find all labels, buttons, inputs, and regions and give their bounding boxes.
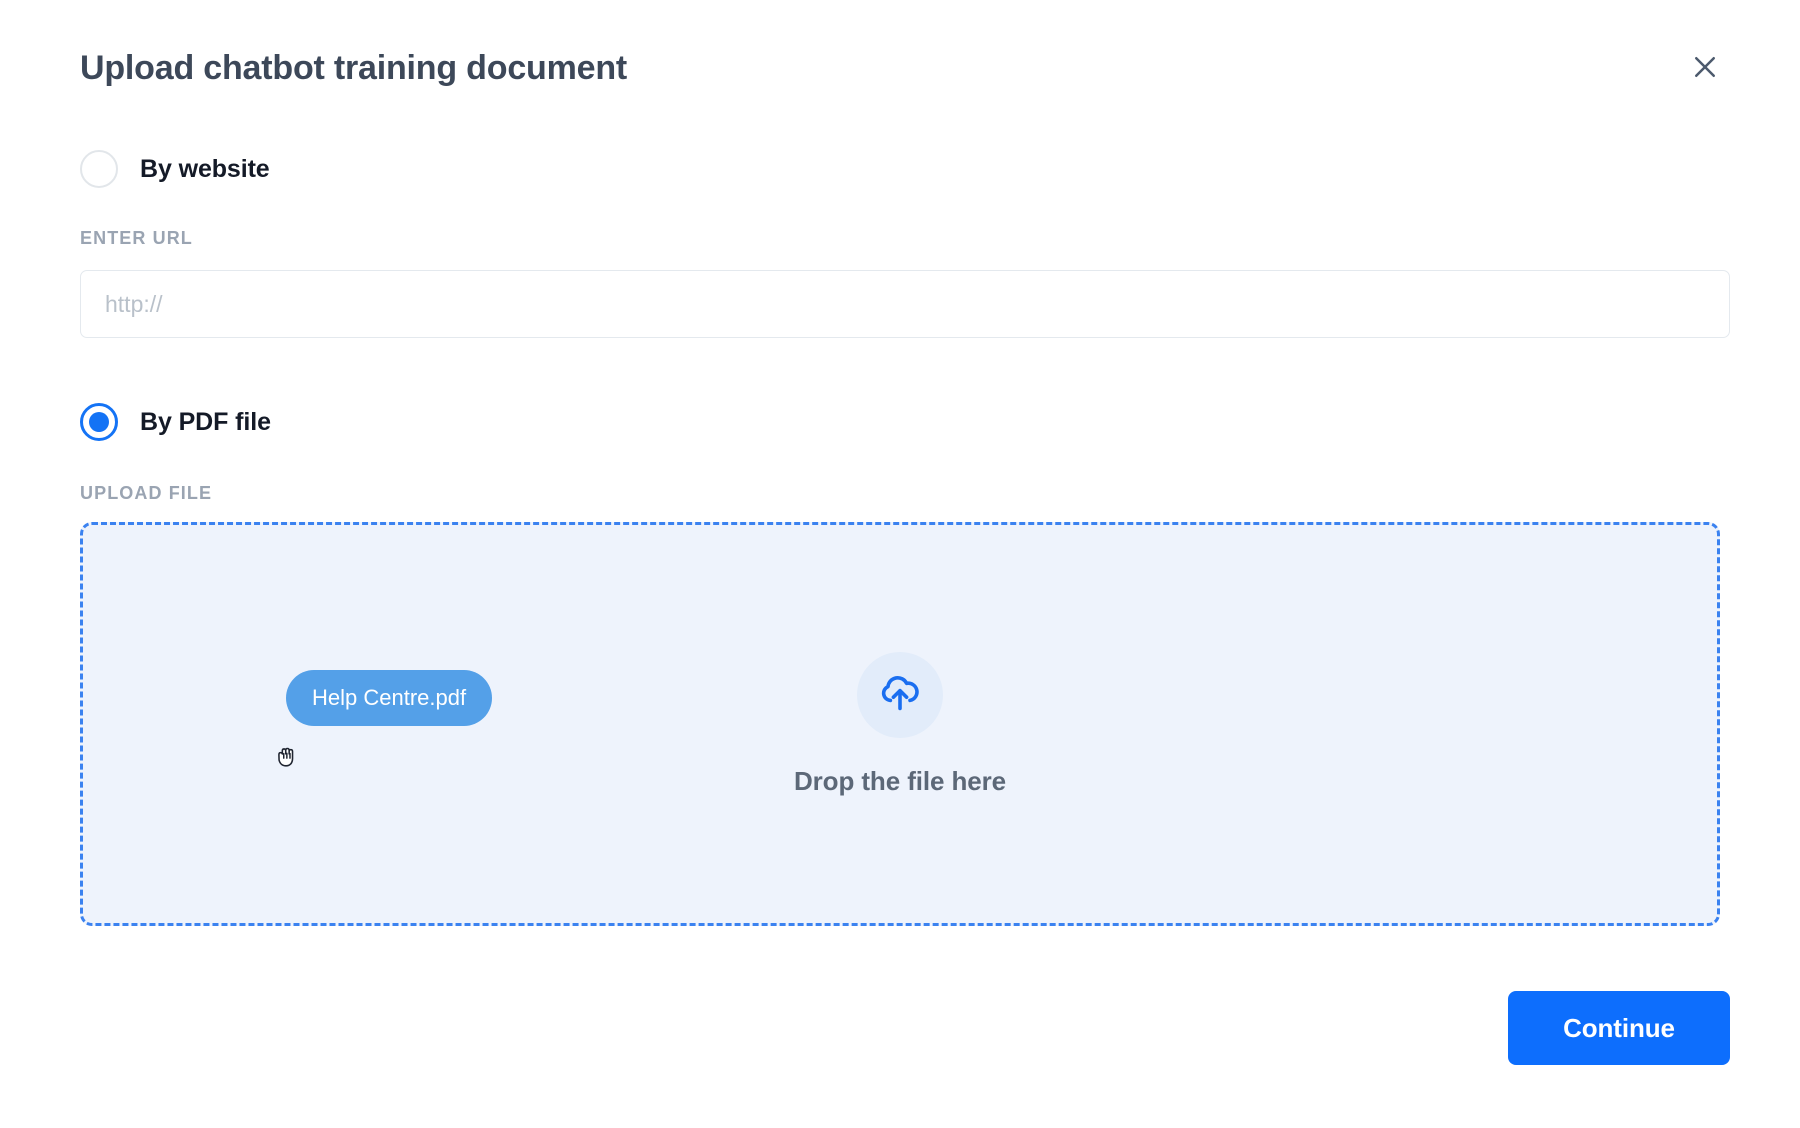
cloud-upload-icon-badge <box>857 652 943 738</box>
dragged-file-chip[interactable]: Help Centre.pdf <box>286 670 492 726</box>
radio-button-pdf-selected[interactable] <box>80 403 118 441</box>
page-title: Upload chatbot training document <box>80 51 627 85</box>
dialog-header: Upload chatbot training document <box>80 40 1730 96</box>
radio-option-by-website[interactable]: By website <box>80 150 270 188</box>
radio-button-website-unselected[interactable] <box>80 150 118 188</box>
close-button[interactable] <box>1682 45 1728 91</box>
upload-document-dialog: Upload chatbot training document By webs… <box>0 0 1800 1128</box>
cloud-upload-icon <box>876 668 924 721</box>
radio-option-by-pdf-file[interactable]: By PDF file <box>80 403 271 441</box>
file-dropzone[interactable]: Drop the file here Help Centre.pdf <box>80 522 1720 926</box>
continue-button[interactable]: Continue <box>1508 991 1730 1065</box>
drop-the-file-here-text: Drop the file here <box>794 766 1006 797</box>
url-input[interactable] <box>80 270 1730 338</box>
enter-url-label: ENTER URL <box>80 228 193 249</box>
radio-label-by-website: By website <box>140 155 270 184</box>
upload-file-label: UPLOAD FILE <box>80 483 212 504</box>
close-icon <box>1690 52 1720 85</box>
radio-dot-icon <box>89 412 109 432</box>
radio-label-by-pdf-file: By PDF file <box>140 408 271 437</box>
